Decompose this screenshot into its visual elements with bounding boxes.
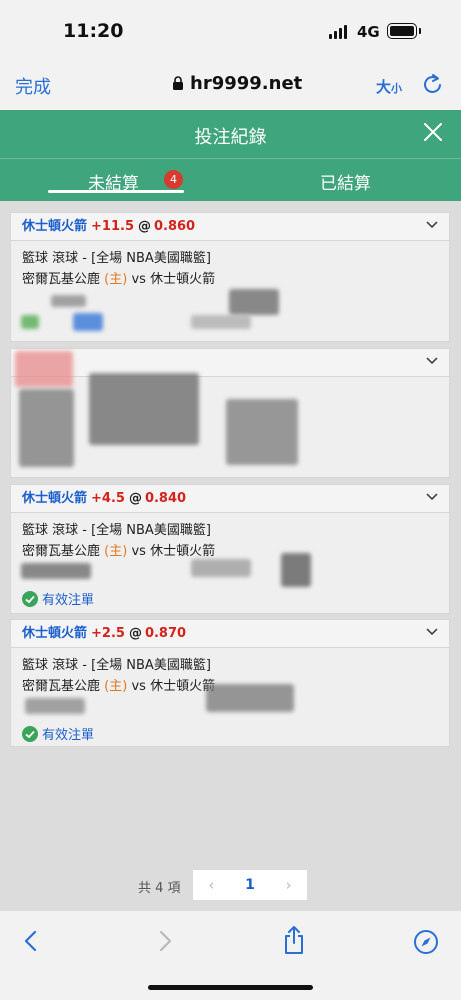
status-time: 11:20 — [63, 20, 124, 42]
vs-label: vs — [131, 679, 146, 694]
tab-settled[interactable]: 已結算 — [320, 169, 371, 194]
bet-status-label: 有效注單 — [42, 593, 95, 608]
bet-handicap: +4.5 — [91, 491, 125, 506]
redacted-area — [229, 289, 279, 315]
away-team: 休士頓火箭 — [150, 544, 216, 559]
bet-odds: 0.860 — [153, 219, 196, 234]
forward-icon[interactable] — [156, 929, 174, 953]
bet-card-redacted — [10, 348, 450, 478]
bet-at-sign: @ — [128, 491, 142, 506]
lock-icon — [173, 76, 183, 90]
bet-team: 休士頓火箭 — [22, 491, 88, 506]
bet-status-label: 有效注單 — [42, 728, 95, 743]
chevron-down-icon[interactable] — [426, 493, 438, 501]
chevron-down-icon[interactable] — [426, 357, 438, 365]
text-size-large-label: 大 — [376, 78, 392, 96]
vs-label: vs — [131, 544, 146, 559]
bet-card: 休士頓火箭 +2.5 @0.870 籃球 滾球 - [全場 NBA美國職籃] 密爾瓦… — [10, 619, 450, 747]
redacted-area — [206, 684, 294, 712]
bet-team: 休士頓火箭 — [22, 626, 88, 641]
check-circle-icon — [22, 590, 38, 607]
modal-header: 投注紀錄 — [0, 110, 461, 158]
vs-label: vs — [131, 272, 146, 287]
address-bar[interactable]: hr9999.net — [172, 73, 302, 94]
redacted-area — [19, 389, 74, 467]
current-page[interactable]: 1 — [245, 877, 255, 893]
next-page-button[interactable]: › — [286, 876, 292, 894]
active-tab-indicator — [48, 190, 184, 193]
text-size-small-label: 小 — [391, 82, 403, 95]
bet-card-body: 籃球 滾球 - [全場 NBA美國職籃] 密爾瓦基公鹿 (主) vs 休士頓火箭 — [11, 241, 449, 331]
redacted-area — [191, 559, 251, 577]
pagination: ‹ 1 › — [193, 870, 307, 900]
bet-list: 休士頓火箭 +11.5 @0.860 籃球 滾球 - [全場 NBA美國職籃] 密爾… — [0, 201, 461, 910]
home-tag: (主) — [104, 679, 128, 694]
bet-team: 休士頓火箭 — [22, 219, 88, 234]
modal-title: 投注紀錄 — [194, 127, 267, 148]
home-team: 密爾瓦基公鹿 — [22, 679, 101, 694]
bet-card: 休士頓火箭 +11.5 @0.860 籃球 滾球 - [全場 NBA美國職籃] 密爾… — [10, 212, 450, 342]
bet-sport-line: 籃球 滾球 - [全場 NBA美國職籃] — [22, 523, 211, 538]
battery-icon — [387, 23, 417, 39]
close-icon[interactable] — [423, 122, 443, 142]
redacted-area — [21, 563, 91, 579]
bet-match-line: 密爾瓦基公鹿 (主) vs 休士頓火箭 — [22, 269, 438, 290]
redacted-area — [25, 698, 85, 714]
redacted-area — [51, 295, 86, 307]
bet-card-header[interactable] — [11, 349, 449, 377]
bet-card-header[interactable]: 休士頓火箭 +11.5 @0.860 — [11, 213, 449, 241]
home-tag: (主) — [104, 544, 128, 559]
redacted-area — [89, 373, 199, 445]
bet-odds: 0.870 — [144, 626, 187, 641]
bet-handicap: +11.5 — [91, 219, 134, 234]
redacted-area — [226, 399, 298, 465]
bet-card-header[interactable]: 休士頓火箭 +4.5 @0.840 — [11, 485, 449, 513]
compass-icon[interactable] — [413, 929, 439, 955]
bet-card-body: 籃球 滾球 - [全場 NBA美國職籃] 密爾瓦基公鹿 (主) vs 休士頓火箭… — [11, 648, 449, 743]
redacted-area — [15, 351, 73, 387]
redacted-area — [281, 553, 311, 587]
browser-nav-bar: 完成 hr9999.net 大小 — [0, 62, 461, 110]
home-team: 密爾瓦基公鹿 — [22, 544, 101, 559]
check-circle-icon — [22, 725, 38, 742]
bet-card: 休士頓火箭 +4.5 @0.840 籃球 滾球 - [全場 NBA美國職籃] 密爾瓦… — [10, 484, 450, 614]
bet-sport-line: 籃球 滾球 - [全場 NBA美國職籃] — [22, 251, 211, 266]
bet-status: 有效注單 — [22, 589, 94, 608]
home-indicator — [148, 985, 313, 990]
bet-status: 有效注單 — [22, 724, 94, 743]
back-icon[interactable] — [22, 929, 40, 953]
reload-icon[interactable] — [422, 72, 444, 96]
redacted-area — [73, 313, 103, 331]
network-type: 4G — [357, 23, 380, 41]
share-icon[interactable] — [283, 925, 305, 955]
redacted-area — [191, 315, 251, 329]
bet-sport-line: 籃球 滾球 - [全場 NBA美國職籃] — [22, 658, 211, 673]
bet-card-header[interactable]: 休士頓火箭 +2.5 @0.870 — [11, 620, 449, 648]
bet-at-sign: @ — [128, 626, 142, 641]
done-button[interactable]: 完成 — [15, 73, 51, 99]
bet-at-sign: @ — [137, 219, 151, 234]
text-size-button[interactable]: 大小 — [376, 76, 402, 97]
status-bar: 11:20 4G — [0, 0, 461, 62]
bet-card-body: 籃球 滾球 - [全場 NBA美國職籃] 密爾瓦基公鹿 (主) vs 休士頓火箭… — [11, 513, 449, 608]
redacted-area — [21, 315, 39, 329]
chevron-down-icon[interactable] — [426, 221, 438, 229]
unsettled-count-badge: 4 — [164, 170, 183, 189]
signal-icon — [329, 25, 347, 39]
pagination-total: 共 4 項 — [138, 881, 181, 896]
url-text: hr9999.net — [190, 73, 303, 94]
prev-page-button[interactable]: ‹ — [208, 876, 214, 894]
bet-odds: 0.840 — [144, 491, 187, 506]
battery-tip — [419, 28, 421, 34]
bet-handicap: +2.5 — [91, 626, 125, 641]
away-team: 休士頓火箭 — [150, 272, 216, 287]
home-team: 密爾瓦基公鹿 — [22, 272, 101, 287]
bet-status-tabs: 未結算 4 已結算 — [0, 158, 461, 201]
chevron-down-icon[interactable] — [426, 628, 438, 636]
home-tag: (主) — [104, 272, 128, 287]
